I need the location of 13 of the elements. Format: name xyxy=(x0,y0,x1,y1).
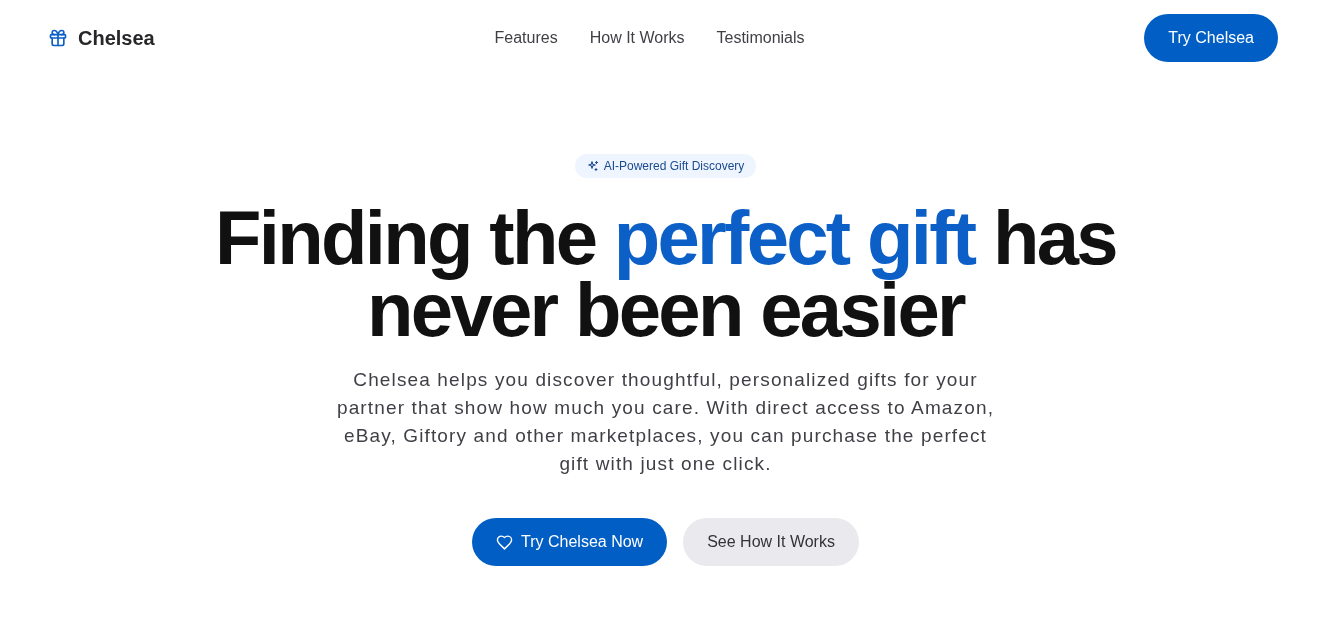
nav-link[interactable]: Features xyxy=(494,29,558,47)
badge-text: AI-Powered Gift Discovery xyxy=(603,159,745,173)
how-it-works-button[interactable]: See How It Works xyxy=(683,518,859,566)
brand-name[interactable]: Chelsea xyxy=(78,26,155,50)
hero-headline: Finding the perfect gift has never been easier xyxy=(214,202,1117,346)
nav-link[interactable]: How It Works xyxy=(589,29,685,47)
try-now-button[interactable]: Try Chelsea Now xyxy=(472,518,668,566)
sparkle-icon xyxy=(586,160,599,172)
nav-link[interactable]: Testimonials xyxy=(716,29,805,47)
hero-description: Chelsea helps you discover thoughtful, personalized gifts for your partner that show how much you care. With direct access to Amazon, eBay, Giftory and other marketplaces, you can purchase the perfect gift with just one click. xyxy=(335,368,996,476)
gift-icon xyxy=(48,28,68,48)
try-button[interactable]: Try Chelsea xyxy=(1144,14,1278,62)
heart-icon xyxy=(496,533,514,551)
